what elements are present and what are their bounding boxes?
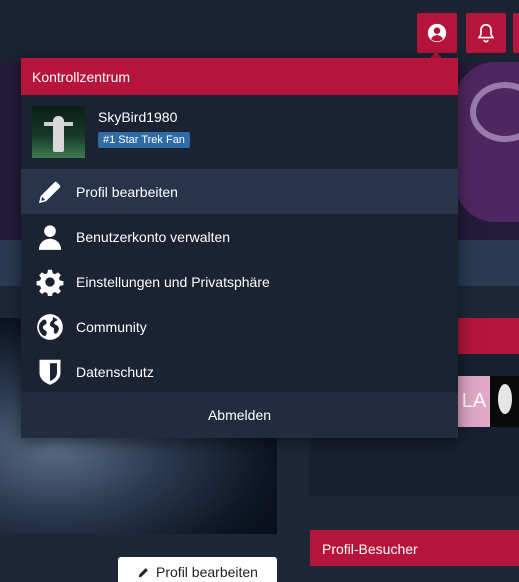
friend-avatar[interactable]	[490, 376, 519, 427]
visitors-heading: Profil-Besucher	[310, 530, 519, 566]
pencil-icon	[138, 567, 148, 577]
pencil-icon	[35, 177, 65, 207]
more-button[interactable]	[513, 13, 519, 53]
account-button[interactable]	[417, 13, 457, 53]
menu-item-label: Profil bearbeiten	[76, 183, 178, 200]
logout-button[interactable]: Abmelden	[21, 392, 458, 438]
edit-profile-button-label: Profil bearbeiten	[156, 564, 258, 580]
edit-profile-button[interactable]: Profil bearbeiten	[118, 557, 277, 582]
shield-icon	[35, 357, 65, 387]
avatar[interactable]	[32, 106, 85, 158]
friend-avatar-text[interactable]: LA	[458, 376, 490, 427]
rank-badge: #1 Star Trek Fan	[98, 132, 190, 148]
menu-item-account[interactable]: Benutzerkonto verwalten	[21, 214, 458, 259]
menu-item-label: Einstellungen und Privatsphäre	[76, 273, 270, 290]
globe-icon	[35, 312, 65, 342]
menu-item-label: Benutzerkonto verwalten	[76, 228, 231, 245]
menu-item-settings[interactable]: Einstellungen und Privatsphäre	[21, 259, 458, 304]
control-center-dropdown: Kontrollzentrum SkyBird1980 #1 Star Trek…	[21, 58, 458, 438]
dropdown-title: Kontrollzentrum	[21, 58, 458, 95]
menu-item-privacy[interactable]: Datenschutz	[21, 349, 458, 394]
menu-item-edit-profile[interactable]: Profil bearbeiten	[21, 169, 458, 214]
menu-item-label: Community	[76, 318, 147, 335]
bell-icon	[477, 23, 495, 43]
user-card[interactable]: SkyBird1980 #1 Star Trek Fan	[21, 95, 458, 169]
user-circle-icon	[427, 23, 447, 43]
username[interactable]: SkyBird1980	[98, 109, 177, 125]
menu-item-label: Datenschutz	[76, 363, 154, 380]
gear-icon	[35, 267, 65, 297]
notifications-button[interactable]	[466, 13, 506, 53]
user-icon	[35, 222, 65, 252]
menu-item-community[interactable]: Community	[21, 304, 458, 349]
